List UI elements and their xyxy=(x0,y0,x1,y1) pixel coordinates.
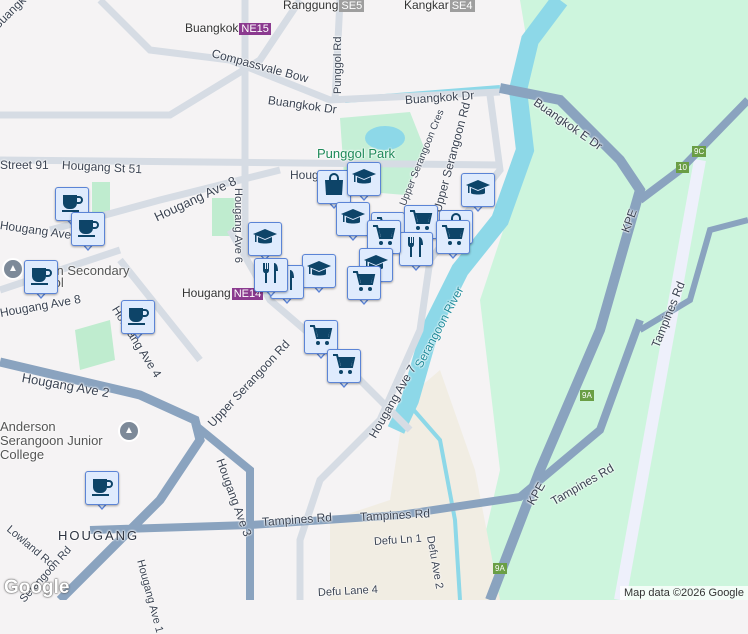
marker-box xyxy=(302,254,336,288)
green-field-2 xyxy=(75,320,115,370)
marker-box xyxy=(71,212,105,246)
green-field-3 xyxy=(92,182,110,215)
restaurant-icon xyxy=(403,234,429,265)
road-label: Punggol Rd xyxy=(332,36,344,95)
station-name: Kangkar xyxy=(404,0,449,12)
map-marker-school[interactable] xyxy=(336,202,370,244)
place-junior-college[interactable]: Anderson Serangoon Junior College xyxy=(0,420,120,462)
coffee-icon xyxy=(75,214,101,245)
marker-box xyxy=(347,266,381,300)
cart-icon xyxy=(351,268,377,299)
map-marker-school[interactable] xyxy=(347,162,381,204)
map-marker-cart[interactable] xyxy=(327,349,361,391)
station-name: Buangkok xyxy=(185,21,239,35)
station-name: Ranggung xyxy=(283,0,339,12)
restaurant-icon xyxy=(258,260,284,291)
map-marker-coffee[interactable] xyxy=(24,260,58,302)
cart-icon xyxy=(331,351,357,382)
school-icon xyxy=(465,175,491,206)
marker-box xyxy=(24,260,58,294)
map-marker-restaurant[interactable] xyxy=(399,232,433,274)
marker-box xyxy=(399,232,433,266)
marker-box xyxy=(121,300,155,334)
map-marker-coffee[interactable] xyxy=(121,300,155,342)
exit-badge: 9C xyxy=(692,146,707,157)
school-icon[interactable]: ▲ xyxy=(118,420,140,442)
marker-box xyxy=(436,220,470,254)
google-logo[interactable]: Google xyxy=(4,577,69,599)
map-marker-coffee[interactable] xyxy=(85,471,119,513)
marker-box xyxy=(347,162,381,196)
map-marker-restaurant[interactable] xyxy=(254,258,288,300)
marker-box xyxy=(85,471,119,505)
place-punggol-park[interactable]: Punggol Park xyxy=(317,146,395,161)
road-label: Hougang Ave 6 xyxy=(232,188,244,264)
coffee-icon xyxy=(125,302,151,333)
cart-icon xyxy=(308,322,334,353)
exit-badge: 9A xyxy=(580,390,594,401)
road-label: Street 91 xyxy=(0,158,49,172)
map-marker-coffee[interactable] xyxy=(71,212,105,254)
station-code: SE5 xyxy=(339,0,365,12)
station-buangkok[interactable]: Buangkok NE15 xyxy=(185,21,271,35)
marker-box xyxy=(248,222,282,256)
marker-box xyxy=(317,170,351,204)
station-ranggung[interactable]: Ranggung SE5 xyxy=(283,0,365,12)
station-code: NE15 xyxy=(239,23,271,35)
area-hougang: HOUGANG xyxy=(58,528,140,543)
map-marker-cart[interactable] xyxy=(347,266,381,308)
coffee-icon xyxy=(28,262,54,293)
coffee-icon xyxy=(89,473,115,504)
station-hougang[interactable]: Hougang NE14 xyxy=(182,286,264,300)
map-attribution[interactable]: Map data ©2026 Google xyxy=(619,586,748,600)
cart-icon xyxy=(440,222,466,253)
marker-box xyxy=(336,202,370,236)
school-icon xyxy=(351,164,377,195)
station-code: SE4 xyxy=(449,0,475,12)
marker-box xyxy=(254,258,288,292)
shopping-icon xyxy=(321,172,347,203)
school-icon xyxy=(340,204,366,235)
marker-box xyxy=(461,173,495,207)
school-icon[interactable]: ▲ xyxy=(2,258,24,280)
map-marker-school[interactable] xyxy=(302,254,336,296)
map-marker-cart[interactable] xyxy=(436,220,470,262)
map-marker-school[interactable] xyxy=(461,173,495,215)
exit-badge: 9A xyxy=(493,563,507,574)
school-icon xyxy=(252,224,278,255)
exit-badge: 10 xyxy=(676,162,689,173)
station-name: Hougang xyxy=(182,286,231,300)
station-kangkar[interactable]: Kangkar SE4 xyxy=(404,0,475,12)
school-icon xyxy=(306,256,332,287)
marker-box xyxy=(327,349,361,383)
road-label: Houg xyxy=(290,168,319,182)
